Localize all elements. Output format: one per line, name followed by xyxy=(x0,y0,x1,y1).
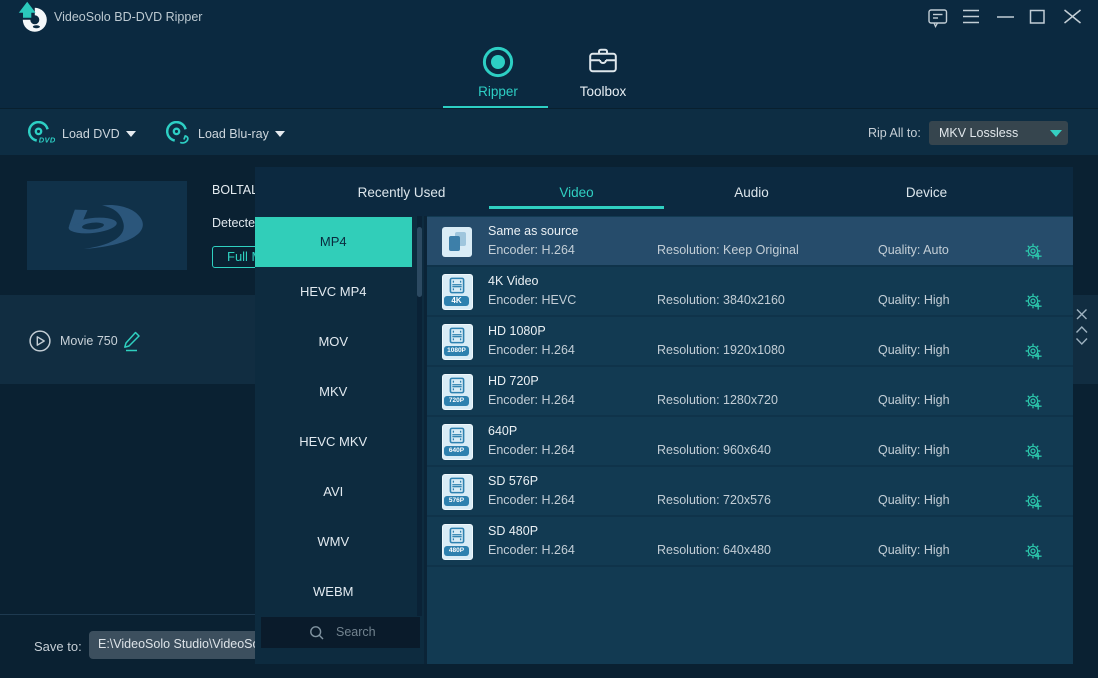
svg-text:DVD: DVD xyxy=(39,136,56,145)
